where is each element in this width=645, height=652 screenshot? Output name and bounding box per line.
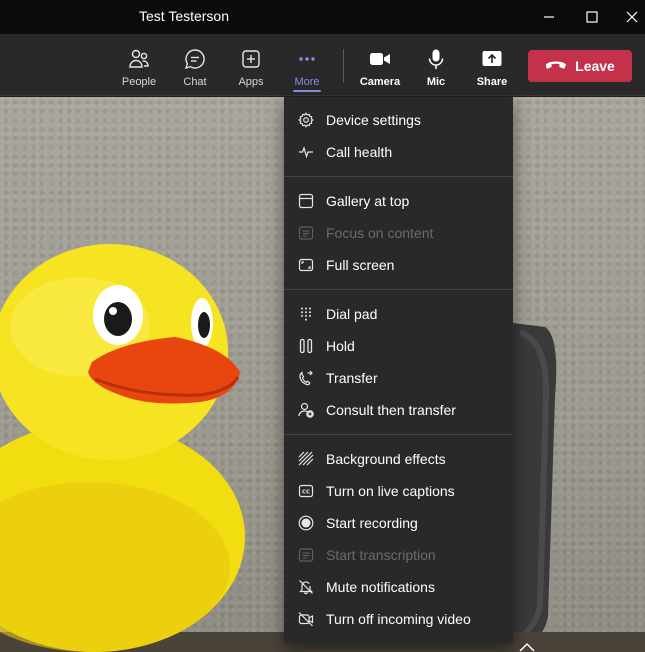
mic-label: Mic [426, 76, 446, 88]
leave-label: Leave [575, 58, 615, 74]
chevron-up-icon[interactable] [518, 640, 536, 652]
menu-item-mute-notifications[interactable]: Mute notifications [284, 572, 513, 602]
share-button[interactable]: Share [472, 34, 512, 96]
dialpad-icon [298, 306, 314, 322]
people-button[interactable]: People [119, 34, 159, 96]
transcription-icon [298, 547, 314, 563]
captions-icon: CC [298, 483, 314, 499]
menu-item-live-captions[interactable]: CC Turn on live captions [284, 476, 513, 506]
minimize-icon [544, 16, 554, 18]
menu-item-label: Turn on live captions [326, 483, 455, 499]
menu-item-focus-on-content[interactable]: Focus on content [284, 218, 513, 248]
menu-item-dial-pad[interactable]: Dial pad [284, 299, 513, 329]
menu-item-gallery-at-top[interactable]: Gallery at top [284, 186, 513, 216]
menu-item-label: Background effects [326, 451, 446, 467]
window-title: Test Testerson [139, 8, 230, 24]
menu-divider [284, 176, 513, 177]
chat-label: Chat [183, 76, 207, 88]
camera-icon [369, 48, 391, 70]
mic-button[interactable]: Mic [418, 34, 454, 96]
close-icon [626, 11, 638, 23]
menu-item-label: Gallery at top [326, 193, 410, 209]
background-effects-icon [298, 451, 314, 467]
menu-item-turn-off-incoming-video[interactable]: Turn off incoming video [284, 604, 513, 634]
maximize-icon [586, 11, 598, 23]
share-icon [481, 48, 503, 70]
chat-button[interactable]: Chat [175, 34, 215, 96]
record-icon [298, 515, 314, 531]
menu-item-label: Full screen [326, 257, 395, 273]
menu-item-label: Start transcription [326, 547, 436, 563]
menu-item-label: Dial pad [326, 306, 378, 322]
close-button[interactable] [612, 0, 645, 34]
menu-item-label: Consult then transfer [326, 402, 456, 418]
menu-item-label: Call health [326, 144, 393, 160]
apps-label: Apps [238, 76, 264, 88]
hang-up-icon [545, 57, 567, 75]
menu-item-label: Turn off incoming video [326, 611, 471, 627]
apps-button[interactable]: Apps [231, 34, 271, 96]
menu-divider [284, 289, 513, 290]
menu-item-consult-then-transfer[interactable]: Consult then transfer [284, 395, 513, 425]
menu-item-full-screen[interactable]: Full screen [284, 250, 513, 280]
call-toolbar: People Chat Apps More Camera Mic Share L… [0, 34, 645, 96]
menu-item-label: Device settings [326, 112, 421, 128]
svg-text:CC: CC [302, 490, 310, 496]
menu-item-start-transcription[interactable]: Start transcription [284, 540, 513, 570]
transfer-icon [298, 370, 314, 386]
mic-icon [425, 48, 447, 70]
menu-item-device-settings[interactable]: Device settings [284, 105, 513, 135]
maximize-button[interactable] [572, 0, 612, 34]
more-label: More [294, 76, 320, 88]
gallery-icon [298, 193, 314, 209]
more-menu: Device settings Call health Gallery at t… [284, 97, 513, 643]
menu-item-label: Hold [326, 338, 355, 354]
toolbar-divider [343, 49, 344, 83]
leave-button[interactable]: Leave [528, 50, 632, 82]
menu-item-hold[interactable]: Hold [284, 331, 513, 361]
focus-icon [298, 225, 314, 241]
menu-divider [284, 434, 513, 435]
share-label: Share [476, 76, 508, 88]
fullscreen-icon [298, 257, 314, 273]
video-off-icon [298, 611, 314, 627]
bell-off-icon [298, 579, 314, 595]
menu-item-label: Focus on content [326, 225, 434, 241]
title-bar: Test Testerson [0, 0, 645, 34]
menu-item-label: Start recording [326, 515, 418, 531]
menu-item-background-effects[interactable]: Background effects [284, 444, 513, 474]
menu-item-start-recording[interactable]: Start recording [284, 508, 513, 538]
chat-icon [184, 48, 206, 70]
active-tab-indicator [293, 90, 321, 92]
people-icon [128, 48, 150, 70]
camera-label: Camera [359, 76, 401, 88]
pulse-icon [298, 144, 314, 160]
menu-item-label: Mute notifications [326, 579, 435, 595]
camera-button[interactable]: Camera [358, 34, 402, 96]
consult-transfer-icon [298, 402, 314, 418]
minimize-button[interactable] [529, 0, 569, 34]
menu-item-transfer[interactable]: Transfer [284, 363, 513, 393]
hold-icon [298, 338, 314, 354]
menu-item-label: Transfer [326, 370, 378, 386]
gear-icon [298, 112, 314, 128]
apps-icon [240, 48, 262, 70]
more-icon [296, 48, 318, 70]
people-label: People [121, 76, 157, 88]
menu-item-call-health[interactable]: Call health [284, 137, 513, 167]
more-button[interactable]: More [287, 34, 327, 96]
